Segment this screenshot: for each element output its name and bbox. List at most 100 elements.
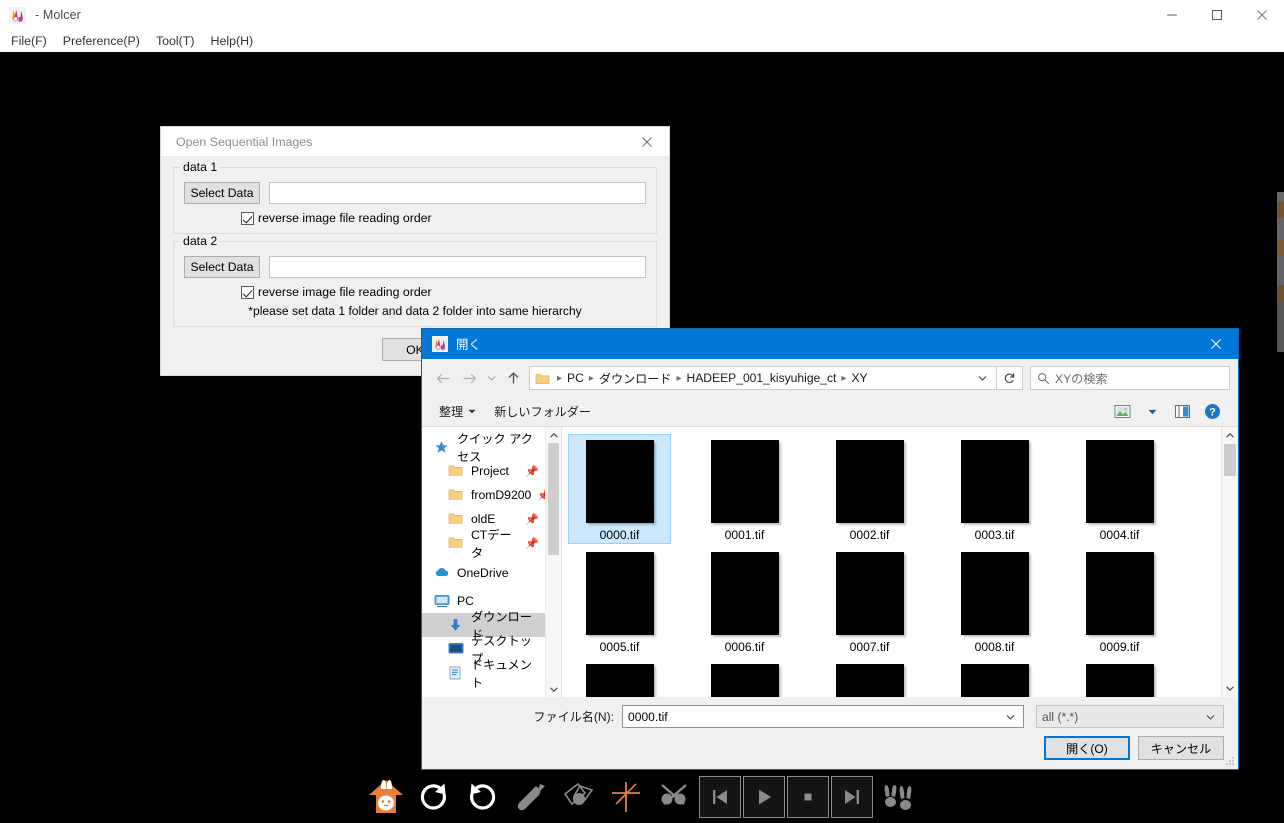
pin-icon[interactable]: 📌: [525, 465, 539, 478]
file-tile[interactable]: [693, 658, 796, 697]
new-folder-button[interactable]: 新しいフォルダー: [485, 403, 600, 420]
close-icon[interactable]: [625, 127, 669, 156]
close-icon[interactable]: [1239, 0, 1284, 30]
minimize-icon[interactable]: [1149, 0, 1194, 30]
file-tile[interactable]: 0008.tif: [943, 546, 1046, 656]
file-tile[interactable]: [1068, 658, 1171, 697]
chevron-down-icon[interactable]: [1222, 680, 1238, 697]
data1-select-data-button[interactable]: Select Data: [184, 182, 260, 204]
sidebar-item-label: Project: [471, 464, 509, 478]
screen: - Molcer File(F) Preference(P) Tool(T) H…: [0, 0, 1284, 823]
chevron-down-icon[interactable]: [998, 712, 1023, 722]
file-tile[interactable]: 0004.tif: [1068, 434, 1171, 544]
star-icon: [434, 440, 451, 455]
file-tile[interactable]: 0000.tif: [568, 434, 671, 544]
folder-icon: [448, 488, 465, 503]
file-tile[interactable]: 0005.tif: [568, 546, 671, 656]
chevron-up-icon[interactable]: [1222, 427, 1238, 444]
chevron-down-icon[interactable]: [546, 681, 561, 697]
chevron-up-icon[interactable]: [546, 427, 561, 443]
data2-reverse-order-checkbox-row[interactable]: reverse image file reading order: [184, 285, 646, 299]
home-rabbit-icon[interactable]: [363, 776, 409, 818]
chevron-down-icon[interactable]: [1198, 712, 1223, 722]
pin-icon[interactable]: 📌: [525, 537, 539, 550]
rotate-cw-icon[interactable]: [411, 776, 457, 818]
sidebar-item-label: PC: [457, 594, 474, 608]
menu-item-tool[interactable]: Tool(T): [148, 32, 203, 50]
arrow-right-icon[interactable]: [456, 365, 482, 391]
clip-plane-icon[interactable]: [555, 776, 601, 818]
filetype-select[interactable]: all (*.*): [1036, 705, 1224, 728]
navigation-pane-scrollbar[interactable]: [545, 427, 561, 697]
sidebar-item-documents[interactable]: ドキュメント: [422, 658, 561, 690]
file-grid-scrollbar[interactable]: [1221, 427, 1238, 697]
breadcrumb-segment-xy[interactable]: XY: [851, 371, 867, 385]
search-box[interactable]: XYの検索: [1030, 366, 1230, 390]
resize-grip-icon[interactable]: [1226, 756, 1235, 767]
sidebar-item-fromd9200[interactable]: fromD9200 📌: [422, 483, 561, 507]
data1-path-input[interactable]: [269, 182, 646, 204]
file-thumbnail: [835, 552, 904, 635]
skip-last-icon[interactable]: [831, 776, 873, 818]
probe-icon[interactable]: [507, 776, 553, 818]
skip-first-icon[interactable]: [699, 776, 741, 818]
stop-icon[interactable]: [787, 776, 829, 818]
chevron-down-icon[interactable]: [972, 373, 993, 383]
file-tile[interactable]: 0007.tif: [818, 546, 921, 656]
file-tile[interactable]: 0009.tif: [1068, 546, 1171, 656]
data2-select-data-button[interactable]: Select Data: [184, 256, 260, 278]
breadcrumb[interactable]: ▸ PC ▸ ダウンロード ▸ HADEEP_001_kisyuhige_ct …: [529, 366, 997, 390]
chevron-down-icon[interactable]: [482, 365, 500, 391]
maximize-icon[interactable]: [1194, 0, 1239, 30]
filename-input[interactable]: 0000.tif: [622, 705, 1024, 728]
data2-path-input[interactable]: [269, 256, 646, 278]
data2-reverse-order-checkbox[interactable]: [241, 285, 254, 299]
view-layout-icon[interactable]: [1108, 400, 1136, 424]
sidebar-item-project[interactable]: Project 📌: [422, 459, 561, 483]
sidebar-item-quick-access[interactable]: クイック アクセス: [422, 432, 561, 464]
scrollbar-thumb[interactable]: [548, 443, 559, 555]
breadcrumb-segment-pc[interactable]: PC: [567, 371, 584, 385]
play-icon[interactable]: [743, 776, 785, 818]
menu-item-help[interactable]: Help(H): [203, 32, 262, 50]
close-icon[interactable]: [1194, 329, 1238, 359]
breadcrumb-separator: ▸: [588, 372, 594, 384]
breadcrumb-segment-downloads[interactable]: ダウンロード: [599, 370, 672, 387]
file-tile[interactable]: 0001.tif: [693, 434, 796, 544]
search-input[interactable]: XYの検索: [1055, 370, 1107, 387]
cancel-button[interactable]: キャンセル: [1138, 736, 1224, 760]
axis-cross-icon[interactable]: [603, 776, 649, 818]
two-rabbits-icon[interactable]: [875, 776, 921, 818]
organize-button[interactable]: 整理: [430, 403, 485, 420]
file-name-label: 0001.tif: [724, 528, 765, 542]
file-tile[interactable]: [818, 658, 921, 697]
file-tile[interactable]: 0006.tif: [693, 546, 796, 656]
help-icon[interactable]: ?: [1198, 400, 1226, 424]
menu-item-preference[interactable]: Preference(P): [55, 32, 148, 50]
refresh-icon[interactable]: [997, 366, 1023, 390]
arrow-left-icon[interactable]: [430, 365, 456, 391]
document-icon: [448, 666, 465, 681]
breadcrumb-segment-dataset[interactable]: HADEEP_001_kisyuhige_ct: [686, 371, 836, 385]
sidebar-item-ct-data[interactable]: CTデータ 📌: [422, 528, 561, 560]
preview-pane-icon[interactable]: [1168, 400, 1196, 424]
data1-reverse-order-checkbox-row[interactable]: reverse image file reading order: [184, 211, 646, 225]
folder-icon: [535, 372, 550, 385]
pin-icon[interactable]: 📌: [525, 513, 539, 526]
menu-item-file[interactable]: File(F): [3, 32, 55, 50]
rotate-ccw-icon[interactable]: [459, 776, 505, 818]
sidebar-item-label: OneDrive: [457, 566, 509, 580]
file-list-view[interactable]: 0000.tif 0001.tif 0002.tif 0003.tif 0004…: [562, 427, 1238, 697]
chevron-down-icon[interactable]: [1138, 400, 1166, 424]
file-tile[interactable]: [943, 658, 1046, 697]
file-tile[interactable]: [568, 658, 671, 697]
scissors-icon[interactable]: [651, 776, 697, 818]
scrollbar-thumb[interactable]: [1224, 444, 1236, 476]
file-thumbnail: [835, 440, 904, 523]
data1-reverse-order-checkbox[interactable]: [241, 211, 254, 225]
arrow-up-icon[interactable]: [500, 365, 526, 391]
file-tile[interactable]: 0003.tif: [943, 434, 1046, 544]
sidebar-item-onedrive[interactable]: OneDrive: [422, 561, 561, 585]
open-button[interactable]: 開く(O): [1044, 736, 1130, 760]
file-tile[interactable]: 0002.tif: [818, 434, 921, 544]
